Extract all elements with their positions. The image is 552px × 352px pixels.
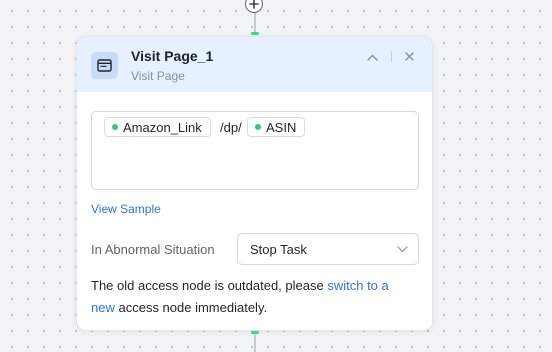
connector-line-bottom	[254, 332, 256, 352]
variable-chip-asin[interactable]: ASIN	[247, 117, 306, 137]
input-port[interactable]	[251, 32, 259, 35]
variable-chip-label: Amazon_Link	[123, 119, 202, 135]
abnormal-situation-select[interactable]: Stop Task	[237, 233, 419, 265]
visit-page-node[interactable]: Visit Page_1 Visit Page Amazon_Link /dp/…	[76, 36, 433, 331]
node-title: Visit Page_1	[131, 48, 214, 64]
add-node-button[interactable]	[245, 0, 263, 13]
outdated-node-notice: The old access node is outdated, please …	[91, 275, 421, 319]
switch-node-link-continued[interactable]: new	[91, 300, 115, 315]
view-sample-link[interactable]: View Sample	[91, 202, 161, 216]
url-literal-text: /dp/	[220, 120, 242, 135]
variable-dot-icon	[112, 124, 118, 130]
close-icon[interactable]	[402, 49, 416, 63]
notice-text-end: access node immediately.	[118, 300, 268, 315]
chevron-down-icon	[396, 244, 408, 254]
chevron-up-icon[interactable]	[365, 50, 379, 64]
connector-line-top	[254, 12, 256, 34]
node-subtitle: Visit Page	[131, 69, 185, 83]
abnormal-situation-label: In Abnormal Situation	[91, 242, 215, 257]
url-input[interactable]: Amazon_Link /dp/ ASIN	[91, 111, 419, 190]
node-header: Visit Page_1 Visit Page	[77, 37, 432, 92]
plus-icon	[249, 0, 259, 9]
variable-dot-icon	[255, 124, 261, 130]
select-value: Stop Task	[250, 242, 307, 257]
notice-text-start: The old access node is outdated, please	[91, 278, 324, 293]
browser-window-icon	[91, 52, 118, 79]
switch-node-link[interactable]: switch to a	[327, 278, 388, 293]
output-port[interactable]	[251, 331, 259, 334]
header-divider	[391, 51, 392, 62]
variable-chip-amazon-link[interactable]: Amazon_Link	[104, 117, 211, 137]
variable-chip-label: ASIN	[266, 119, 297, 135]
